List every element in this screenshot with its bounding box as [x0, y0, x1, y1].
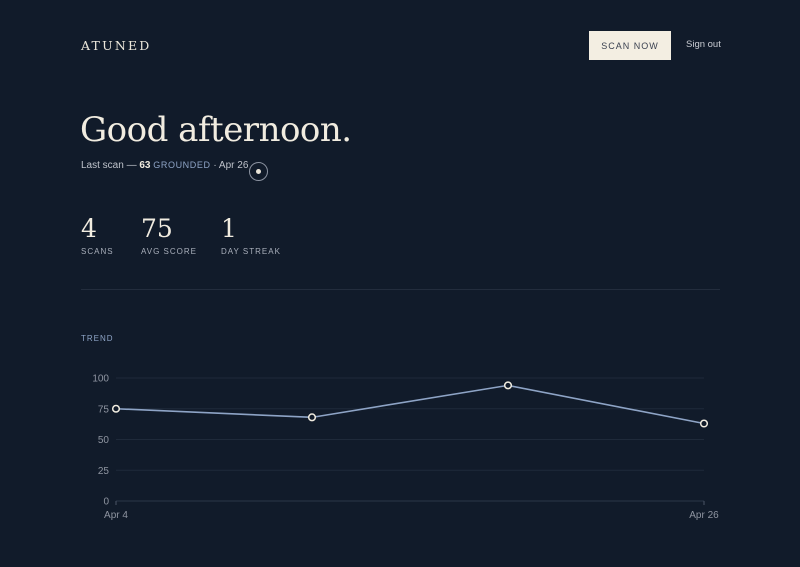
y-tick-label: 0: [103, 497, 109, 508]
y-tick-label: 50: [98, 435, 110, 446]
data-point: [111, 404, 121, 413]
data-point: [503, 381, 513, 390]
data-point: [699, 419, 709, 428]
data-point: [307, 413, 317, 422]
x-tick-label: Apr 4: [104, 510, 128, 521]
trend-series-line: [115, 384, 705, 425]
trend-line-chart: 0 25 50 75 100 Apr 4 Apr 26: [92, 374, 719, 522]
x-tick-label: Apr 26: [689, 510, 719, 521]
y-tick-label: 25: [98, 466, 110, 477]
y-tick-label: 100: [92, 374, 109, 385]
y-tick-label: 75: [98, 404, 110, 415]
